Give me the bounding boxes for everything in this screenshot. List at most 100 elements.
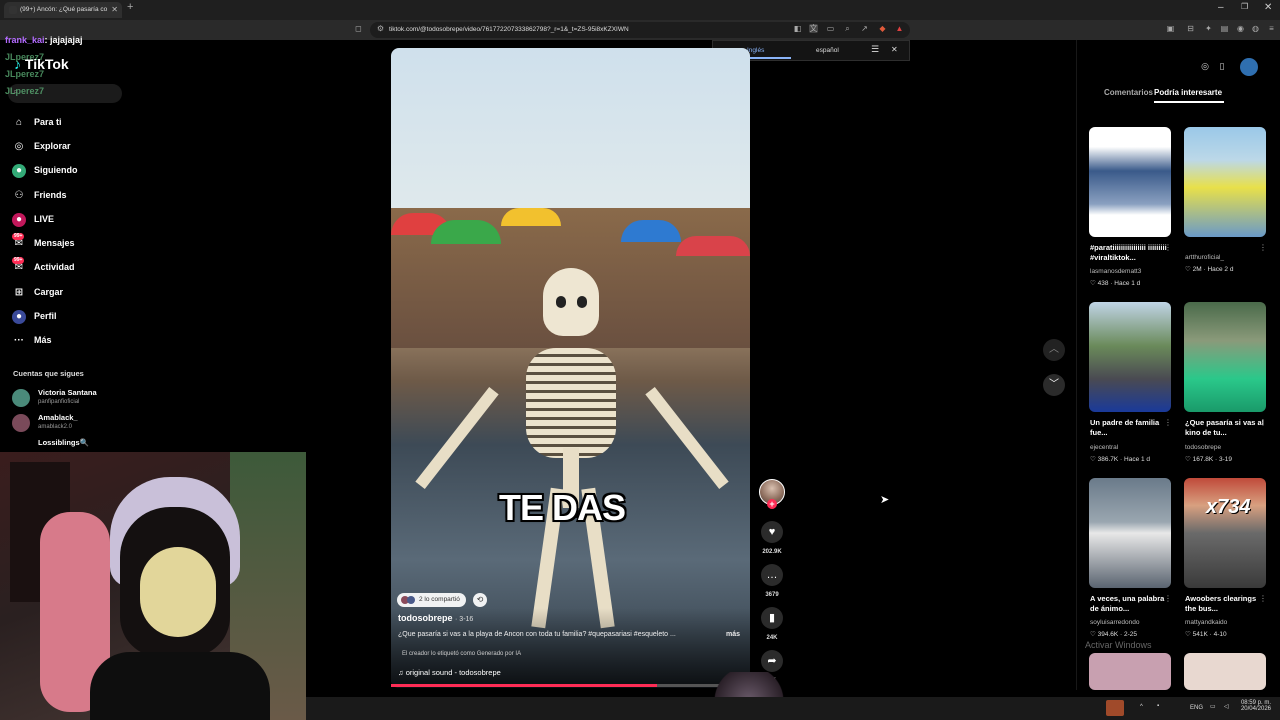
network-icon[interactable]: ▭: [1210, 703, 1216, 710]
nav-more[interactable]: ··· Más: [12, 330, 52, 350]
video-thumbnail[interactable]: [1184, 478, 1266, 588]
skeleton-skull: [543, 268, 599, 336]
more-link[interactable]: más: [726, 631, 740, 638]
tray-chevron-icon[interactable]: ^: [1140, 704, 1143, 710]
previous-video-button[interactable]: ︿: [1043, 339, 1065, 361]
card-title[interactable]: #paratiiiiiiiiiiiiiiii iiiiiiiii #viralt…: [1090, 243, 1172, 263]
card-title[interactable]: A veces, una palabra de ánimo...: [1090, 594, 1172, 614]
share-icon[interactable]: ↗: [860, 24, 869, 33]
activity-icon: ✉ 99+: [12, 256, 25, 273]
skeleton-ribcage: [526, 348, 616, 458]
volume-icon[interactable]: ◁: [1224, 703, 1229, 710]
translate-menu-icon[interactable]: ☰: [871, 44, 879, 55]
card-title[interactable]: Awoobers clearings the bus...: [1185, 594, 1267, 614]
video-thumbnail[interactable]: [1184, 127, 1266, 237]
device-icon[interactable]: ▯: [1216, 62, 1228, 74]
menu-icon[interactable]: ≡: [1267, 24, 1276, 33]
share-button[interactable]: ➦: [761, 650, 783, 672]
bookmark-icon: ▮: [768, 612, 776, 624]
new-tab-icon[interactable]: +: [127, 1, 133, 13]
video-thumbnail[interactable]: [1089, 653, 1171, 690]
window-close-icon[interactable]: ✕: [1264, 2, 1272, 13]
video-thumbnail[interactable]: [1089, 302, 1171, 412]
card-more-icon[interactable]: ⋮: [1259, 418, 1267, 427]
video-author[interactable]: todosobrepe · 3-16: [398, 613, 473, 623]
browser-tab[interactable]: (99+) Ancón: ¿Qué pasaría co ✕: [4, 2, 122, 18]
video-progress-bar[interactable]: [391, 684, 750, 687]
progress-fill: [391, 684, 657, 687]
card-more-icon[interactable]: ⋮: [1164, 418, 1172, 427]
translate-icon[interactable]: 文: [809, 24, 818, 33]
card-stats: ♡ 438 · Hace 1 d: [1090, 280, 1141, 287]
nav-upload[interactable]: ⊞ Cargar: [12, 282, 63, 302]
card-user[interactable]: todosobrepe: [1185, 444, 1221, 451]
browser-tab-bar: [0, 0, 1280, 20]
rewards-icon[interactable]: ▲: [895, 24, 904, 33]
sound-link[interactable]: ♫ original sound - todosobrepe: [398, 668, 501, 677]
brave-shield-icon[interactable]: ◆: [878, 24, 887, 33]
follow-plus-icon[interactable]: +: [767, 499, 777, 509]
keyboard-language[interactable]: ENG: [1190, 705, 1203, 711]
close-tab-icon[interactable]: ✕: [111, 2, 118, 18]
sidebar-toggle-icon[interactable]: ▣: [1166, 24, 1175, 33]
tab-suggested[interactable]: Podría interesarte: [1154, 88, 1222, 97]
tray-app-icon[interactable]: ▪: [1157, 703, 1159, 709]
user-avatar[interactable]: [1240, 58, 1258, 76]
nav-profile[interactable]: ● Perfil: [12, 306, 57, 326]
save-button[interactable]: ▮: [761, 607, 783, 629]
card-title[interactable]: Un padre de familia fue...: [1090, 418, 1172, 438]
tab-comments[interactable]: Comentarios: [1104, 88, 1153, 97]
card-stats: ♡ 394.6K · 2-25: [1090, 631, 1138, 638]
card-title[interactable]: ¿Que pasaría si vas al kino de tu...: [1185, 418, 1267, 438]
card-user[interactable]: soyluisarredondo: [1090, 619, 1140, 626]
extensions-icon[interactable]: ⊟: [1186, 24, 1195, 33]
nav-explore[interactable]: ◎ Explorar: [12, 136, 71, 156]
nav-friends[interactable]: ⚇ Friends: [12, 185, 67, 205]
tiktok-logo[interactable]: ♪ TikTok: [14, 56, 69, 72]
wallet-icon[interactable]: ▤: [1220, 24, 1229, 33]
following-account[interactable]: Amablack_ amablack2.0: [12, 413, 132, 435]
like-button[interactable]: ♥: [761, 521, 783, 543]
nav-live[interactable]: ● LIVE: [12, 209, 54, 229]
minimize-icon[interactable]: –: [1218, 2, 1224, 13]
video-player[interactable]: [391, 48, 750, 688]
next-video-button[interactable]: ﹀: [1043, 374, 1065, 396]
card-more-icon[interactable]: ⋮: [1164, 594, 1172, 603]
compass-small-icon[interactable]: ◎: [1199, 62, 1211, 74]
nav-messages[interactable]: ✉ 99+ Mensajes: [12, 232, 75, 253]
video-thumbnail[interactable]: [1184, 653, 1266, 690]
maximize-icon[interactable]: ❐: [1241, 2, 1248, 11]
cast-icon[interactable]: ▭: [826, 24, 835, 33]
translate-lang-target[interactable]: español: [816, 47, 839, 54]
friends-icon: ⚇: [14, 189, 24, 201]
following-account[interactable]: Victoria Santana panfipanfioficial: [12, 388, 132, 410]
site-info-icon[interactable]: ⚙: [376, 24, 385, 33]
taskbar-app-icon[interactable]: [1106, 700, 1124, 716]
shared-by-chip[interactable]: 2 lo compartió: [397, 593, 466, 607]
nav-activity[interactable]: ✉ 99+ Actividad: [12, 256, 75, 277]
card-user[interactable]: mattyandkaido: [1185, 619, 1227, 626]
video-thumbnail[interactable]: [1089, 478, 1171, 588]
following-icon: ●: [12, 163, 26, 178]
comment-button[interactable]: …: [761, 564, 783, 586]
translate-close-icon[interactable]: ✕: [891, 45, 898, 54]
card-more-icon[interactable]: ⋮: [1259, 594, 1267, 603]
card-more-icon[interactable]: ⋮: [1164, 243, 1172, 252]
clock[interactable]: 08:59 p. m. 20/04/2026: [1239, 700, 1271, 712]
repost-icon[interactable]: ⟲: [473, 593, 487, 607]
vpn-icon[interactable]: ◉: [1236, 24, 1245, 33]
following-account[interactable]: Lossiblings🔍: [12, 438, 132, 452]
reader-icon[interactable]: ◧: [793, 24, 802, 33]
zoom-icon[interactable]: ⌕: [843, 24, 852, 33]
bookmark-icon[interactable]: ◻: [354, 24, 363, 33]
card-more-icon[interactable]: ⋮: [1259, 243, 1267, 252]
video-thumbnail[interactable]: [1089, 127, 1171, 237]
profile-icon[interactable]: ◍: [1251, 24, 1260, 33]
puzzle-icon[interactable]: ✦: [1204, 24, 1213, 33]
card-user[interactable]: ejecentral: [1090, 444, 1118, 451]
nav-following[interactable]: ● Siguiendo: [12, 160, 78, 180]
card-user[interactable]: artthuroficial_: [1185, 254, 1224, 261]
video-thumbnail[interactable]: [1184, 302, 1266, 412]
nav-for-you[interactable]: ⌂ Para ti: [12, 112, 62, 132]
card-user[interactable]: lasmanosdematt3: [1090, 268, 1141, 275]
